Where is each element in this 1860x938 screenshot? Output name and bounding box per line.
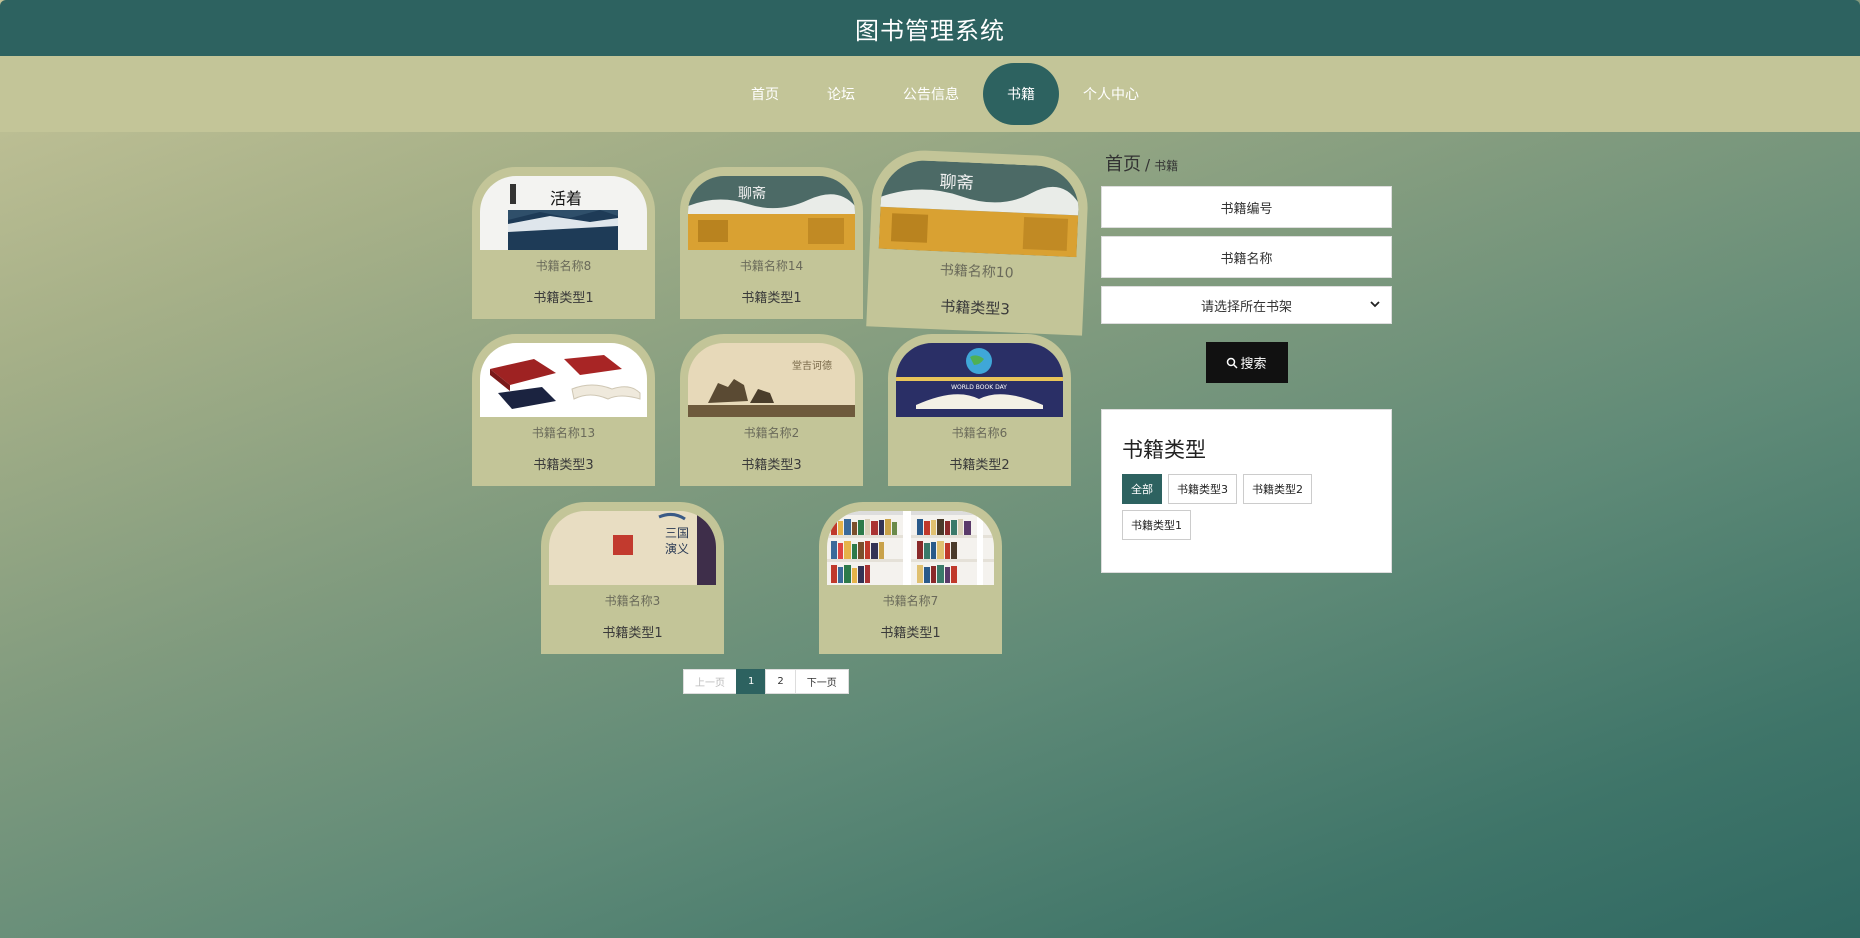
book-name-input[interactable]: 书籍名称 bbox=[1101, 236, 1392, 278]
book-name: 书籍名称8 bbox=[535, 259, 592, 273]
book-cover-image[interactable] bbox=[827, 511, 994, 585]
book-card-hovered[interactable]: 聊斋 书籍名称10 书籍类型3 bbox=[866, 148, 1090, 336]
svg-text:聊斋: 聊斋 bbox=[738, 185, 766, 202]
page-2-button[interactable]: 2 bbox=[765, 669, 796, 694]
svg-text:演义: 演义 bbox=[665, 541, 689, 556]
book-cover-image[interactable]: 聊斋 bbox=[878, 158, 1081, 258]
type-tag-1[interactable]: 书籍类型1 bbox=[1122, 510, 1191, 540]
svg-text:活着: 活着 bbox=[550, 189, 582, 208]
book-name: 书籍名称2 bbox=[743, 426, 800, 440]
book-name: 书籍名称3 bbox=[604, 594, 661, 608]
breadcrumb-home[interactable]: 首页 bbox=[1105, 154, 1141, 175]
type-tag-all[interactable]: 全部 bbox=[1122, 474, 1162, 504]
search-button-label: 搜索 bbox=[1240, 357, 1267, 372]
nav-item-personal-center[interactable]: 个人中心 bbox=[1059, 63, 1163, 125]
book-cover-image[interactable]: 聊斋 bbox=[688, 176, 855, 250]
book-name: 书籍名称6 bbox=[951, 426, 1008, 440]
book-type: 书籍类型3 bbox=[939, 297, 1011, 319]
book-cover-image[interactable]: WORLD BOOK DAY bbox=[896, 343, 1063, 417]
search-button[interactable]: 搜索 bbox=[1205, 342, 1288, 383]
shelf-select[interactable]: 请选择所在书架 bbox=[1101, 286, 1392, 324]
book-type: 书籍类型1 bbox=[880, 626, 941, 641]
breadcrumb: 首页 / 书籍 bbox=[1105, 150, 1392, 176]
book-type: 书籍类型3 bbox=[533, 458, 594, 473]
type-tag-3[interactable]: 书籍类型3 bbox=[1168, 474, 1237, 504]
book-type-tags: 全部 书籍类型3 书籍类型2 书籍类型1 bbox=[1122, 474, 1371, 540]
book-card[interactable]: 三国 演义 书籍名称3 书籍类型1 bbox=[541, 502, 724, 654]
book-type: 书籍类型1 bbox=[741, 291, 802, 306]
book-type: 书籍类型1 bbox=[533, 291, 594, 306]
book-name: 书籍名称7 bbox=[882, 594, 939, 608]
nav-item-announcements[interactable]: 公告信息 bbox=[879, 63, 983, 125]
book-type: 书籍类型2 bbox=[949, 458, 1010, 473]
book-cover-image[interactable]: 堂吉诃德 bbox=[688, 343, 855, 417]
breadcrumb-current: 书籍 bbox=[1154, 159, 1179, 173]
search-icon bbox=[1227, 357, 1239, 369]
book-type: 书籍类型3 bbox=[741, 458, 802, 473]
nav-item-home[interactable]: 首页 bbox=[727, 63, 803, 125]
nav-bar: 首页 论坛 公告信息 书籍 个人中心 bbox=[0, 56, 1860, 132]
book-type-heading: 书籍类型 bbox=[1122, 438, 1206, 462]
page-1-button[interactable]: 1 bbox=[736, 669, 767, 694]
top-bar: 图书管理系统 bbox=[0, 0, 1860, 56]
type-tag-2[interactable]: 书籍类型2 bbox=[1243, 474, 1312, 504]
sidebar: 首页 / 书籍 书籍编号 书籍名称 请选择所在书架 搜索 书籍类型 全部 书籍类型3… bbox=[1101, 150, 1392, 573]
app-title: 图书管理系统 bbox=[855, 16, 1005, 45]
book-card[interactable]: 书籍名称13 书籍类型3 bbox=[472, 334, 655, 486]
book-type-panel: 书籍类型 全部 书籍类型3 书籍类型2 书籍类型1 bbox=[1101, 409, 1392, 573]
book-card[interactable]: 聊斋 书籍名称14 书籍类型1 bbox=[680, 167, 863, 319]
book-card[interactable]: 书籍名称7 书籍类型1 bbox=[819, 502, 1002, 654]
book-name: 书籍名称10 bbox=[939, 262, 1014, 282]
book-number-placeholder: 书籍编号 bbox=[1220, 201, 1273, 217]
shelf-select-value: 请选择所在书架 bbox=[1200, 299, 1292, 315]
svg-text:堂吉诃德: 堂吉诃德 bbox=[792, 359, 832, 372]
nav-item-books[interactable]: 书籍 bbox=[983, 63, 1059, 125]
book-cover-image[interactable]: 三国 演义 bbox=[549, 511, 716, 585]
svg-text:聊斋: 聊斋 bbox=[939, 172, 974, 193]
book-name: 书籍名称13 bbox=[531, 426, 596, 440]
prev-page-button[interactable]: 上一页 bbox=[683, 669, 737, 694]
book-name-placeholder: 书籍名称 bbox=[1220, 251, 1273, 267]
book-card[interactable]: 活着 书籍名称8 书籍类型1 bbox=[472, 167, 655, 319]
book-card[interactable]: 堂吉诃德 书籍名称2 书籍类型3 bbox=[680, 334, 863, 486]
svg-text:WORLD BOOK DAY: WORLD BOOK DAY bbox=[951, 384, 1007, 391]
svg-text:三国: 三国 bbox=[665, 526, 689, 540]
book-type: 书籍类型1 bbox=[602, 626, 663, 641]
nav-list: 首页 论坛 公告信息 书籍 个人中心 bbox=[727, 63, 1163, 125]
book-number-input[interactable]: 书籍编号 bbox=[1101, 186, 1392, 228]
pagination: 上一页 1 2 下一页 bbox=[683, 669, 849, 694]
chevron-down-icon bbox=[1370, 301, 1380, 308]
book-name: 书籍名称14 bbox=[739, 259, 804, 273]
book-cover-image[interactable] bbox=[480, 343, 647, 417]
nav-item-forum[interactable]: 论坛 bbox=[803, 63, 879, 125]
breadcrumb-separator: / bbox=[1145, 156, 1151, 174]
book-card[interactable]: WORLD BOOK DAY 书籍名称6 书籍类型2 bbox=[888, 334, 1071, 486]
book-cover-image[interactable]: 活着 bbox=[480, 176, 647, 250]
next-page-button[interactable]: 下一页 bbox=[794, 669, 849, 694]
